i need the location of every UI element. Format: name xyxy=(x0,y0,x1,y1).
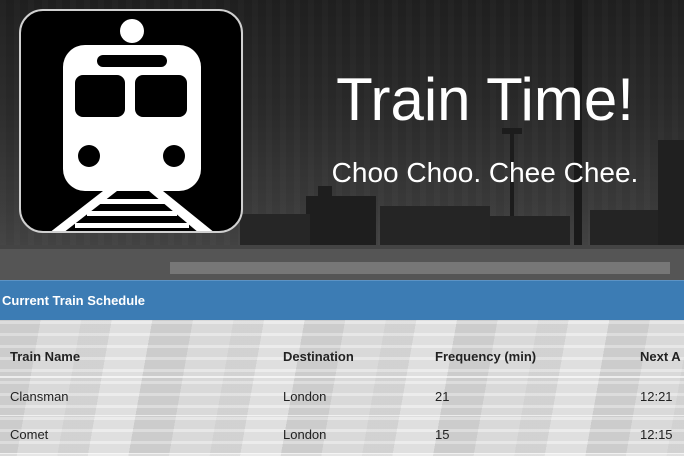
cell-destination: London xyxy=(273,377,425,416)
table-row: Clansman London 21 12:21 xyxy=(0,377,684,416)
cell-train-name: Clansman xyxy=(0,377,273,416)
jumbotron-header: Train Time! Choo Choo. Chee Chee. xyxy=(0,0,684,280)
page-subtitle: Choo Choo. Chee Chee. xyxy=(331,157,639,188)
schedule-panel-body: Train Name Destination Frequency (min) N… xyxy=(0,320,684,456)
column-header-next-arrival: Next A xyxy=(630,336,684,378)
table-header-row: Train Name Destination Frequency (min) N… xyxy=(0,336,684,378)
schedule-panel-heading: Current Train Schedule xyxy=(0,280,684,320)
cell-train-name: Comet xyxy=(0,415,273,454)
page-title: Train Time! xyxy=(336,66,634,133)
train-icon xyxy=(51,19,213,231)
cell-next-arrival: 12:15 xyxy=(630,415,684,454)
column-header-train-name: Train Name xyxy=(0,336,273,378)
cell-destination: London xyxy=(273,415,425,454)
logo xyxy=(19,9,243,233)
table-row: Comet London 15 12:15 xyxy=(0,415,684,454)
column-header-destination: Destination xyxy=(273,336,425,378)
column-header-frequency: Frequency (min) xyxy=(425,336,630,378)
schedule-table: Train Name Destination Frequency (min) N… xyxy=(0,336,684,454)
cell-next-arrival: 12:21 xyxy=(630,377,684,416)
cell-frequency: 21 xyxy=(425,377,630,416)
cell-frequency: 15 xyxy=(425,415,630,454)
